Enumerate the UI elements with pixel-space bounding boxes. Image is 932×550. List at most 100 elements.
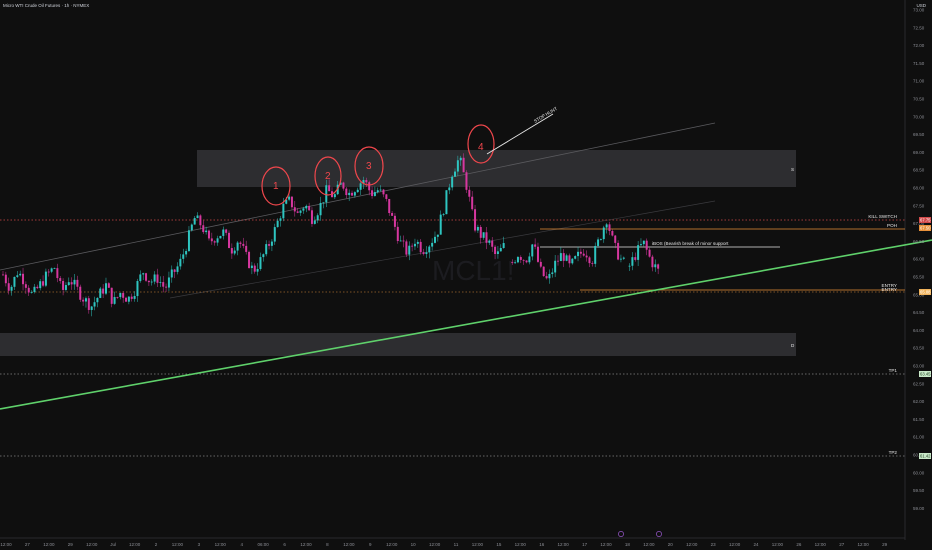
- candle-body[interactable]: [436, 234, 439, 237]
- candle-body[interactable]: [499, 248, 502, 252]
- candle-body[interactable]: [422, 252, 425, 254]
- candle-body[interactable]: [190, 224, 193, 231]
- candle-body[interactable]: [408, 245, 411, 255]
- candle-body[interactable]: [531, 244, 534, 257]
- candle-body[interactable]: [551, 272, 554, 274]
- candle-body[interactable]: [242, 243, 245, 246]
- candle-body[interactable]: [185, 251, 188, 255]
- candle-body[interactable]: [442, 214, 445, 215]
- candle-body[interactable]: [47, 271, 50, 273]
- candle-body[interactable]: [471, 196, 474, 210]
- candle-body[interactable]: [39, 281, 42, 289]
- candle-body[interactable]: [611, 230, 614, 236]
- candle-body[interactable]: [44, 271, 47, 286]
- candle-body[interactable]: [562, 253, 565, 261]
- candle-body[interactable]: [187, 230, 190, 252]
- candle-body[interactable]: [127, 296, 130, 302]
- candle-body[interactable]: [462, 157, 465, 173]
- candle-body[interactable]: [488, 240, 491, 243]
- candle-body[interactable]: [216, 238, 219, 243]
- candle-body[interactable]: [476, 226, 479, 231]
- candle-body[interactable]: [122, 293, 125, 298]
- candle-body[interactable]: [599, 239, 602, 240]
- candle-body[interactable]: [554, 260, 557, 273]
- candle-body[interactable]: [193, 218, 196, 225]
- candle-body[interactable]: [416, 241, 419, 244]
- candle-body[interactable]: [542, 266, 545, 277]
- candle-body[interactable]: [4, 274, 7, 284]
- candle-body[interactable]: [256, 268, 259, 272]
- candle-body[interactable]: [230, 248, 233, 254]
- candle-body[interactable]: [136, 281, 139, 297]
- candle-body[interactable]: [147, 280, 150, 283]
- candle-body[interactable]: [305, 205, 308, 209]
- candle-body[interactable]: [371, 190, 374, 196]
- candle-body[interactable]: [130, 296, 133, 299]
- candle-body[interactable]: [388, 198, 391, 214]
- candle-body[interactable]: [459, 157, 462, 161]
- candle-body[interactable]: [156, 274, 159, 283]
- candle-body[interactable]: [82, 299, 85, 302]
- candle-body[interactable]: [539, 261, 542, 267]
- candle-body[interactable]: [328, 185, 331, 192]
- candle-body[interactable]: [162, 282, 165, 287]
- candle-body[interactable]: [425, 252, 428, 254]
- candle-body[interactable]: [33, 286, 36, 292]
- candle-body[interactable]: [368, 182, 371, 191]
- candle-body[interactable]: [451, 176, 454, 188]
- candle-body[interactable]: [528, 256, 531, 263]
- candle-body[interactable]: [210, 238, 213, 242]
- candle-body[interactable]: [516, 257, 519, 263]
- candle-body[interactable]: [619, 258, 622, 260]
- candle-body[interactable]: [67, 282, 70, 286]
- stop-hunt-line[interactable]: [486, 113, 554, 155]
- candle-body[interactable]: [382, 189, 385, 195]
- candle-body[interactable]: [511, 262, 514, 263]
- candle-body[interactable]: [150, 281, 153, 283]
- candle-body[interactable]: [445, 190, 448, 215]
- candle-body[interactable]: [27, 287, 30, 293]
- candle-body[interactable]: [456, 160, 459, 172]
- candle-body[interactable]: [657, 264, 660, 269]
- candle-body[interactable]: [325, 185, 328, 203]
- candle-body[interactable]: [631, 257, 634, 266]
- candle-body[interactable]: [413, 243, 416, 247]
- candle-body[interactable]: [239, 242, 242, 244]
- candle-body[interactable]: [64, 285, 67, 290]
- candle-body[interactable]: [634, 257, 637, 260]
- candle-body[interactable]: [491, 240, 494, 247]
- candle-body[interactable]: [182, 254, 185, 259]
- candle-body[interactable]: [391, 213, 394, 216]
- candle-body[interactable]: [282, 203, 285, 219]
- candle-body[interactable]: [571, 258, 574, 264]
- candle-body[interactable]: [139, 274, 142, 282]
- candle-body[interactable]: [316, 215, 319, 221]
- candle-body[interactable]: [248, 251, 251, 269]
- candle-body[interactable]: [299, 210, 302, 213]
- candle-body[interactable]: [222, 229, 225, 236]
- candle-body[interactable]: [233, 250, 236, 254]
- candle-body[interactable]: [288, 196, 291, 200]
- candle-body[interactable]: [342, 182, 345, 189]
- candle-body[interactable]: [534, 244, 537, 247]
- price-chart[interactable]: MCL1! S D KILL SWITCH POH iBOS (Bearish …: [0, 0, 932, 550]
- candle-body[interactable]: [262, 254, 265, 258]
- candle-body[interactable]: [385, 194, 388, 199]
- candle-body[interactable]: [310, 210, 313, 224]
- candle-body[interactable]: [525, 260, 528, 263]
- candle-body[interactable]: [365, 180, 368, 183]
- candle-body[interactable]: [637, 245, 640, 260]
- candle-body[interactable]: [448, 187, 451, 191]
- price-axis[interactable]: 73.00 72.50 72.00 71.50 71.00 70.50 70.00 69.50…: [913, 8, 925, 511]
- candle-body[interactable]: [116, 297, 119, 298]
- candle-body[interactable]: [302, 208, 305, 211]
- candle-body[interactable]: [153, 274, 156, 282]
- candle-body[interactable]: [348, 192, 351, 196]
- candle-body[interactable]: [279, 218, 282, 221]
- candle-body[interactable]: [502, 243, 505, 249]
- candle-body[interactable]: [276, 220, 279, 228]
- candle-body[interactable]: [545, 276, 548, 279]
- candle-body[interactable]: [313, 220, 316, 224]
- candle-body[interactable]: [99, 288, 102, 298]
- candle-body[interactable]: [96, 297, 99, 303]
